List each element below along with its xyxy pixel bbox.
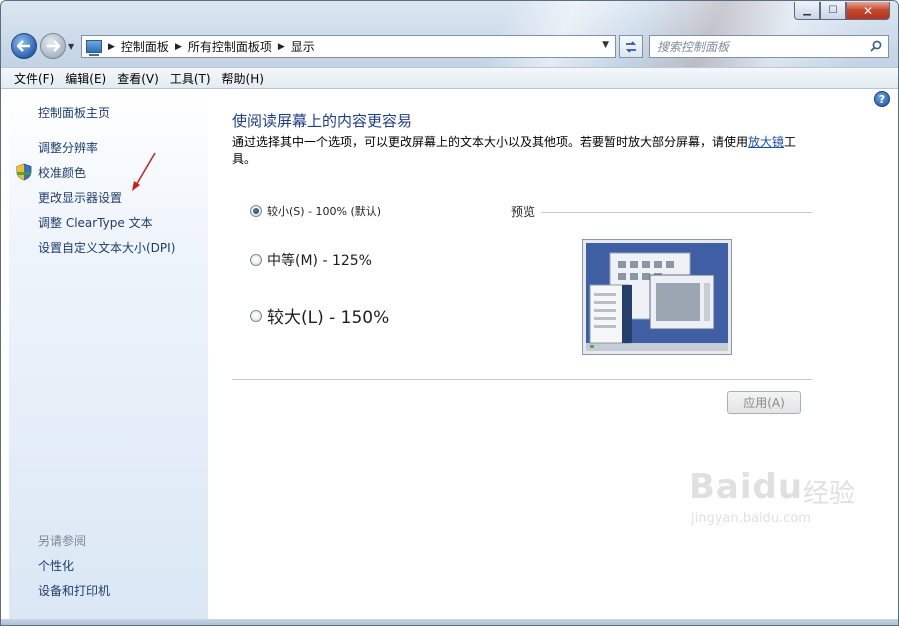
sidebar-link-calibrate-color[interactable]: 校准颜色 xyxy=(38,164,86,181)
radio-medium[interactable] xyxy=(250,254,262,266)
option-medium[interactable]: 中等(M) - 125% xyxy=(250,250,372,270)
back-arrow-icon xyxy=(17,40,30,52)
chevron-right-icon[interactable]: ▶ xyxy=(175,42,182,52)
breadcrumb-display[interactable]: 显示 xyxy=(291,38,315,55)
sidebar-link-custom-dpi[interactable]: 设置自定义文本大小(DPI) xyxy=(38,239,175,256)
breadcrumb-all-items[interactable]: 所有控制面板项 xyxy=(188,38,272,55)
watermark-brand: Baidu xyxy=(689,467,804,507)
option-medium-label: 中等(M) - 125% xyxy=(267,253,372,269)
uac-shield-icon xyxy=(16,163,32,181)
search-icon[interactable] xyxy=(870,40,882,52)
radio-smaller[interactable] xyxy=(250,205,262,217)
sidebar-link-display-settings[interactable]: 更改显示器设置 xyxy=(38,189,122,206)
caption-buttons: ▁ ☐ ✕ xyxy=(794,2,890,20)
menu-tools[interactable]: 工具(T) xyxy=(165,70,216,87)
breadcrumb-control-panel[interactable]: 控制面板 xyxy=(121,38,169,55)
sidebar-link-resolution[interactable]: 调整分辨率 xyxy=(38,139,98,156)
sidebar-link-cleartype[interactable]: 调整 ClearType 文本 xyxy=(38,214,153,231)
control-panel-icon xyxy=(86,40,102,56)
address-bar[interactable]: ▶ 控制面板 ▶ 所有控制面板项 ▶ 显示 ▼ xyxy=(81,35,616,58)
window-bottom-frame xyxy=(1,619,898,625)
sidebar: 控制面板主页 调整分辨率 校准颜色 更改显示器设置 调整 ClearType 文… xyxy=(9,89,208,619)
see-also-personalization[interactable]: 个性化 xyxy=(38,557,74,574)
navigation-bar: ▼ ▶ 控制面板 ▶ 所有控制面板项 ▶ 显示 ▼ xyxy=(9,33,889,61)
back-button[interactable] xyxy=(11,33,37,59)
menu-view[interactable]: 查看(V) xyxy=(112,70,164,87)
page-description: 通过选择其中一个选项，可以更改屏幕上的文本大小以及其他项。若要暂时放大部分屏幕，… xyxy=(232,134,802,168)
see-also-devices-printers[interactable]: 设备和打印机 xyxy=(38,582,110,599)
preview-screen-image xyxy=(582,239,732,355)
watermark-brand-cn: 经验 xyxy=(803,479,856,509)
option-larger[interactable]: 较大(L) - 150% xyxy=(250,303,389,328)
chevron-right-icon[interactable]: ▶ xyxy=(278,42,285,52)
radio-larger[interactable] xyxy=(250,309,262,322)
refresh-icon xyxy=(625,40,637,53)
apply-button[interactable]: 应用(A) xyxy=(727,391,801,414)
preview-label: 预览 xyxy=(511,205,536,219)
minimize-button[interactable]: ▁ xyxy=(794,2,820,20)
chevron-right-icon[interactable]: ▶ xyxy=(108,42,115,52)
recent-pages-dropdown[interactable]: ▼ xyxy=(68,42,74,51)
menu-bar: 文件(F) 编辑(E) 查看(V) 工具(T) 帮助(H) xyxy=(1,67,898,89)
annotation-arrow xyxy=(132,152,156,191)
watermark-url: jingyan.baidu.com xyxy=(691,511,811,526)
baidu-watermark: Baidu 经验 jingyan.baidu.com xyxy=(689,467,859,533)
address-dropdown-icon[interactable]: ▼ xyxy=(602,40,609,50)
see-also-heading: 另请参阅 xyxy=(38,534,87,548)
section-divider xyxy=(232,379,812,380)
explorer-window: ▁ ☐ ✕ ▼ ▶ 控制面板 ▶ 所有控制面板项 ▶ 显示 ▼ 文 xyxy=(0,0,899,626)
menu-file[interactable]: 文件(F) xyxy=(9,70,59,87)
page-title: 使阅读屏幕上的内容更容易 xyxy=(232,112,413,130)
close-button[interactable]: ✕ xyxy=(846,2,890,20)
search-box[interactable] xyxy=(649,35,889,58)
preview-divider xyxy=(541,212,812,213)
forward-button[interactable] xyxy=(40,33,66,59)
main-panel: ? 使阅读屏幕上的内容更容易 通过选择其中一个选项，可以更改屏幕上的文本大小以及… xyxy=(208,89,898,619)
search-input[interactable] xyxy=(657,39,857,54)
option-smaller[interactable]: 较小(S) - 100% (默认) xyxy=(250,203,381,219)
description-text: 通过选择其中一个选项，可以更改屏幕上的文本大小以及其他项。若要暂时放大部分屏幕，… xyxy=(232,135,749,149)
menu-help[interactable]: 帮助(H) xyxy=(217,70,269,87)
maximize-button[interactable]: ☐ xyxy=(820,2,846,20)
content-area: 控制面板主页 调整分辨率 校准颜色 更改显示器设置 调整 ClearType 文… xyxy=(1,89,898,619)
option-larger-label: 较大(L) - 150% xyxy=(267,308,390,328)
menu-edit[interactable]: 编辑(E) xyxy=(60,70,111,87)
sidebar-home-link[interactable]: 控制面板主页 xyxy=(38,104,110,121)
refresh-button[interactable] xyxy=(619,35,643,58)
forward-arrow-icon xyxy=(47,40,60,52)
option-smaller-label: 较小(S) - 100% (默认) xyxy=(267,205,382,218)
help-icon[interactable]: ? xyxy=(874,91,890,107)
magnifier-link[interactable]: 放大镜 xyxy=(748,135,784,149)
